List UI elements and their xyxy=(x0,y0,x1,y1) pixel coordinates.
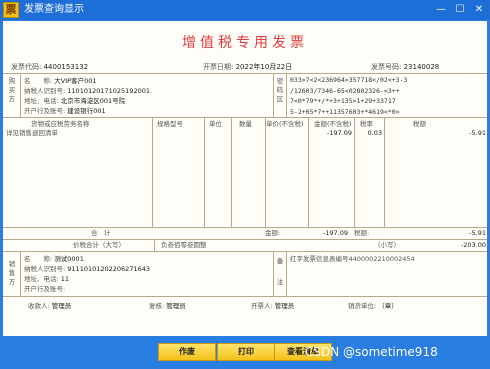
seller-taxid-row: 纳税人识别号: 91110101202206271643 xyxy=(24,265,150,273)
row-rate: 0.03 xyxy=(367,129,382,137)
grand-total-small-label: （小写） xyxy=(374,241,400,249)
divider xyxy=(3,73,487,74)
reviewer: 复核: 管理员 xyxy=(149,302,186,310)
col-header-qty: 数量 xyxy=(239,120,252,128)
issuer: 开票人: 管理员 xyxy=(251,302,295,310)
total-tax-label: 税额: xyxy=(354,229,370,237)
col-header-goods: 货物或应税劳务名称 xyxy=(31,120,90,128)
divider xyxy=(3,117,487,118)
invoice-query-window: 票 发票查询显示 — ☐ ✕ 增值税专用发票 发票代码: 4400153132 … xyxy=(0,0,490,369)
buyer-bank-row: 开户行及账号: 建设银行001 xyxy=(24,107,106,115)
col-header-tax: 税额 xyxy=(413,120,426,128)
seller-unit: 销货单位: （章） xyxy=(348,302,398,310)
row-amount: -197.09 xyxy=(326,129,352,137)
divider xyxy=(3,251,487,252)
col-header-unit: 单位 xyxy=(209,120,222,128)
invoice-paper: 增值税专用发票 发票代码: 4400153132 开票日期: 2022年10月2… xyxy=(3,21,487,336)
divider xyxy=(3,227,487,228)
total-label: 合 计 xyxy=(91,229,111,237)
invoice-title: 增值税专用发票 xyxy=(182,35,308,51)
divider xyxy=(20,251,21,296)
close-icon[interactable]: ✕ xyxy=(472,3,486,17)
col-header-spec: 规格型号 xyxy=(157,120,183,128)
window-title: 发票查询显示 xyxy=(24,4,84,15)
cipher-side-label: 密码区 xyxy=(276,77,284,103)
grand-total-label: 价税合计（大写） xyxy=(73,241,125,249)
seller-bank-row: 开户行及账号: xyxy=(24,285,66,293)
buyer-name-row: 名 称: 大VIP客户001 xyxy=(24,77,97,85)
row-goods-name: 详见销售退回清单 xyxy=(6,129,58,137)
total-amount-label: 金额: xyxy=(265,229,281,237)
watermark: CSDN @sometime918 xyxy=(305,345,438,359)
col-header-rate: 税率 xyxy=(360,120,373,128)
buyer-side-label: 购买方 xyxy=(8,77,16,103)
divider xyxy=(273,73,274,117)
print-button[interactable]: 打印 xyxy=(217,343,275,361)
row-tax: -5.91 xyxy=(469,129,486,137)
title-bar: 票 发票查询显示 — ☐ ✕ xyxy=(0,0,490,20)
cipher-text: 033>7<2<236964>357718</02<+3-3/12603/734… xyxy=(290,76,408,116)
divider xyxy=(286,251,287,296)
invoice-app-icon: 票 xyxy=(3,2,19,18)
total-amount: -197.09 xyxy=(322,229,348,237)
divider xyxy=(286,73,287,117)
divider xyxy=(154,239,155,251)
maximize-icon[interactable]: ☐ xyxy=(453,3,467,17)
buyer-address-row: 地址、电话: 北京市海淀区001号院 xyxy=(24,97,126,105)
seller-name-row: 名 称: 测试0001 xyxy=(24,255,84,263)
divider xyxy=(265,117,266,227)
divider xyxy=(152,117,153,227)
divider xyxy=(20,73,21,117)
minimize-icon[interactable]: — xyxy=(434,3,448,17)
grand-total-small: -203.00 xyxy=(460,241,486,249)
void-button[interactable]: 作废 xyxy=(158,343,216,361)
total-tax: -5.91 xyxy=(469,229,486,237)
invoice-code: 发票代码: 4400153132 xyxy=(11,63,89,71)
remark-side-label: 备注 xyxy=(276,257,284,286)
invoice-number: 发票号码: 23140028 xyxy=(371,63,440,71)
remark-text: 红字发票信息表编号4400002210002454 xyxy=(290,255,415,263)
divider xyxy=(204,117,205,227)
payee: 收款人: 管理员 xyxy=(28,302,72,310)
divider xyxy=(231,117,232,227)
col-header-price: 单价(不含税) xyxy=(266,120,304,128)
divider xyxy=(3,239,487,240)
seller-address-row: 地址、电话: 11 xyxy=(24,275,70,283)
buyer-taxid-row: 纳税人识别号: 110101201710251920​01 xyxy=(24,87,150,95)
invoice-date: 开票日期: 2022年10月22日 xyxy=(203,63,293,71)
divider xyxy=(273,251,274,296)
divider xyxy=(3,296,487,297)
grand-total-words: 负叁佰零叁圆整 xyxy=(161,241,207,249)
seller-side-label: 销售方 xyxy=(8,260,16,286)
col-header-amount: 金额(不含税) xyxy=(314,120,352,128)
